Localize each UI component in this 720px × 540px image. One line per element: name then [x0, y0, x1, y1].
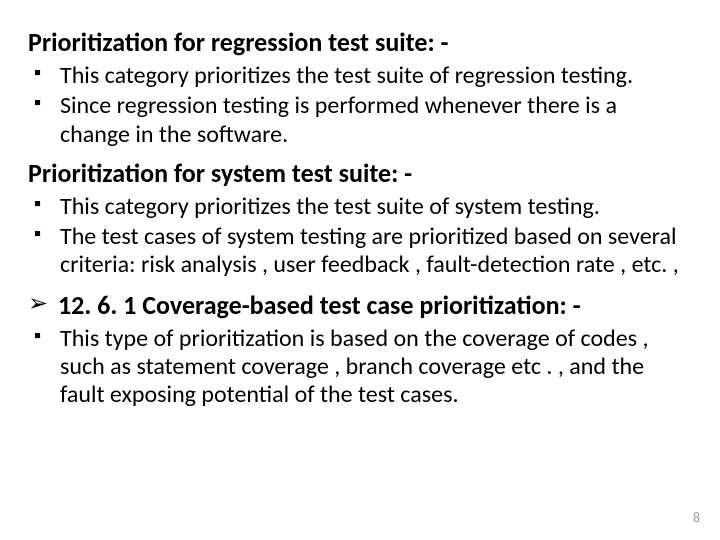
page-number: 8 [693, 509, 700, 526]
list-item: This category prioritizes the test suite… [34, 62, 692, 90]
bullets-regression: This category prioritizes the test suite… [28, 62, 692, 149]
heading-coverage: 12. 6. 1 Coverage-based test case priori… [28, 290, 692, 321]
heading-regression: Prioritization for regression test suite… [28, 28, 692, 58]
list-item: This type of prioritization is based on … [34, 325, 692, 410]
bullets-system: This category prioritizes the test suite… [28, 193, 692, 280]
list-item: The test cases of system testing are pri… [34, 223, 692, 280]
slide: Prioritization for regression test suite… [0, 0, 720, 540]
list-item: Since regression testing is performed wh… [34, 92, 692, 149]
heading-system: Prioritization for system test suite: - [28, 159, 692, 189]
bullets-coverage: This type of prioritization is based on … [28, 325, 692, 410]
list-item: This category prioritizes the test suite… [34, 193, 692, 221]
